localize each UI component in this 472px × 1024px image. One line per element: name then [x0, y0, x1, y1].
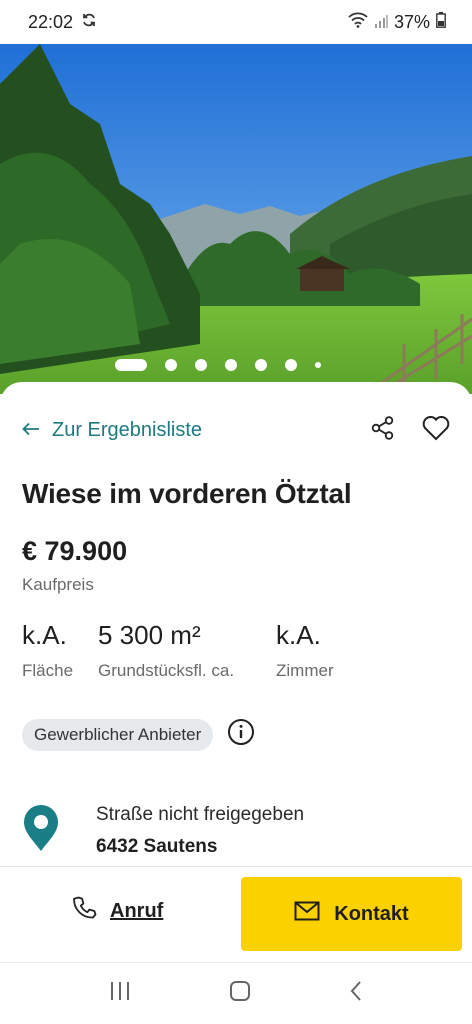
phone-icon — [72, 895, 98, 927]
info-icon[interactable] — [227, 718, 255, 751]
contact-button-label: Kontakt — [334, 902, 409, 925]
bottom-action-bar: Anruf Kontakt — [0, 866, 472, 962]
seller-badge: Gewerblicher Anbieter — [22, 718, 214, 751]
signal-icon — [374, 12, 388, 33]
carousel-indicator — [0, 359, 472, 371]
fact-area: k.A. Fläche — [22, 620, 98, 681]
heart-icon[interactable] — [422, 415, 450, 446]
price-label: Kaufpreis — [22, 575, 94, 594]
fact-label: Grundstücksfl. ca. — [98, 661, 235, 680]
call-button[interactable]: Anruf — [72, 895, 163, 927]
location-text: Straße nicht freigegeben 6432 Sautens — [96, 804, 304, 858]
detail-sheet: Zur Ergebnisliste Wiese im vorderen Ötzt… — [0, 382, 472, 866]
listing-title: Wiese im vorderen Ötztal — [22, 478, 352, 509]
carousel-dot — [285, 359, 297, 371]
home-icon[interactable] — [228, 979, 252, 1008]
battery-text: 37% — [393, 11, 430, 32]
status-left: 22:02 — [28, 12, 97, 33]
carousel-dot — [115, 359, 147, 371]
battery-icon — [436, 11, 446, 33]
fact-plot-area: 5 300 m² Grundstücksfl. ca. — [98, 620, 276, 681]
nav-row: Zur Ergebnisliste — [22, 412, 450, 448]
fact-value: k.A. — [22, 620, 67, 650]
carousel-dot — [165, 359, 177, 371]
carousel-dot — [255, 359, 267, 371]
location-street: Straße nicht freigegeben — [96, 804, 305, 825]
map-pin-icon — [22, 804, 60, 858]
fact-value: k.A. — [276, 620, 321, 650]
recent-apps-icon[interactable] — [108, 980, 132, 1007]
share-icon[interactable] — [370, 415, 396, 446]
call-button-label: Anruf — [110, 899, 164, 922]
listing-price: € 79.900 — [22, 536, 128, 566]
arrow-left-icon — [22, 419, 40, 442]
carousel-dot — [225, 359, 237, 371]
back-to-results-link[interactable]: Zur Ergebnisliste — [22, 419, 202, 442]
back-icon[interactable] — [348, 979, 364, 1008]
wifi-icon — [348, 12, 368, 33]
carousel-dot — [315, 362, 321, 368]
location-block: Straße nicht freigegeben 6432 Sautens — [22, 804, 304, 858]
system-nav-bar — [0, 962, 472, 1024]
sync-icon — [81, 12, 97, 33]
key-facts: k.A. Fläche 5 300 m² Grundstücksfl. ca. … — [22, 620, 396, 681]
location-city: 6432 Sautens — [96, 836, 218, 857]
fact-label: Fläche — [22, 661, 74, 680]
status-time: 22:02 — [28, 11, 74, 32]
status-right: 37% — [348, 11, 446, 33]
seller-row: Gewerblicher Anbieter — [22, 718, 255, 751]
envelope-icon — [294, 901, 320, 927]
contact-button[interactable]: Kontakt — [241, 877, 462, 951]
fact-label: Zimmer — [276, 661, 334, 680]
header-actions — [370, 415, 450, 446]
carousel-dot — [195, 359, 207, 371]
fact-value: 5 300 m² — [98, 620, 201, 650]
back-link-label: Zur Ergebnisliste — [52, 418, 203, 441]
fact-rooms: k.A. Zimmer — [276, 620, 396, 681]
status-bar: 22:02 37% — [0, 0, 472, 44]
listing-photo[interactable] — [0, 44, 472, 394]
